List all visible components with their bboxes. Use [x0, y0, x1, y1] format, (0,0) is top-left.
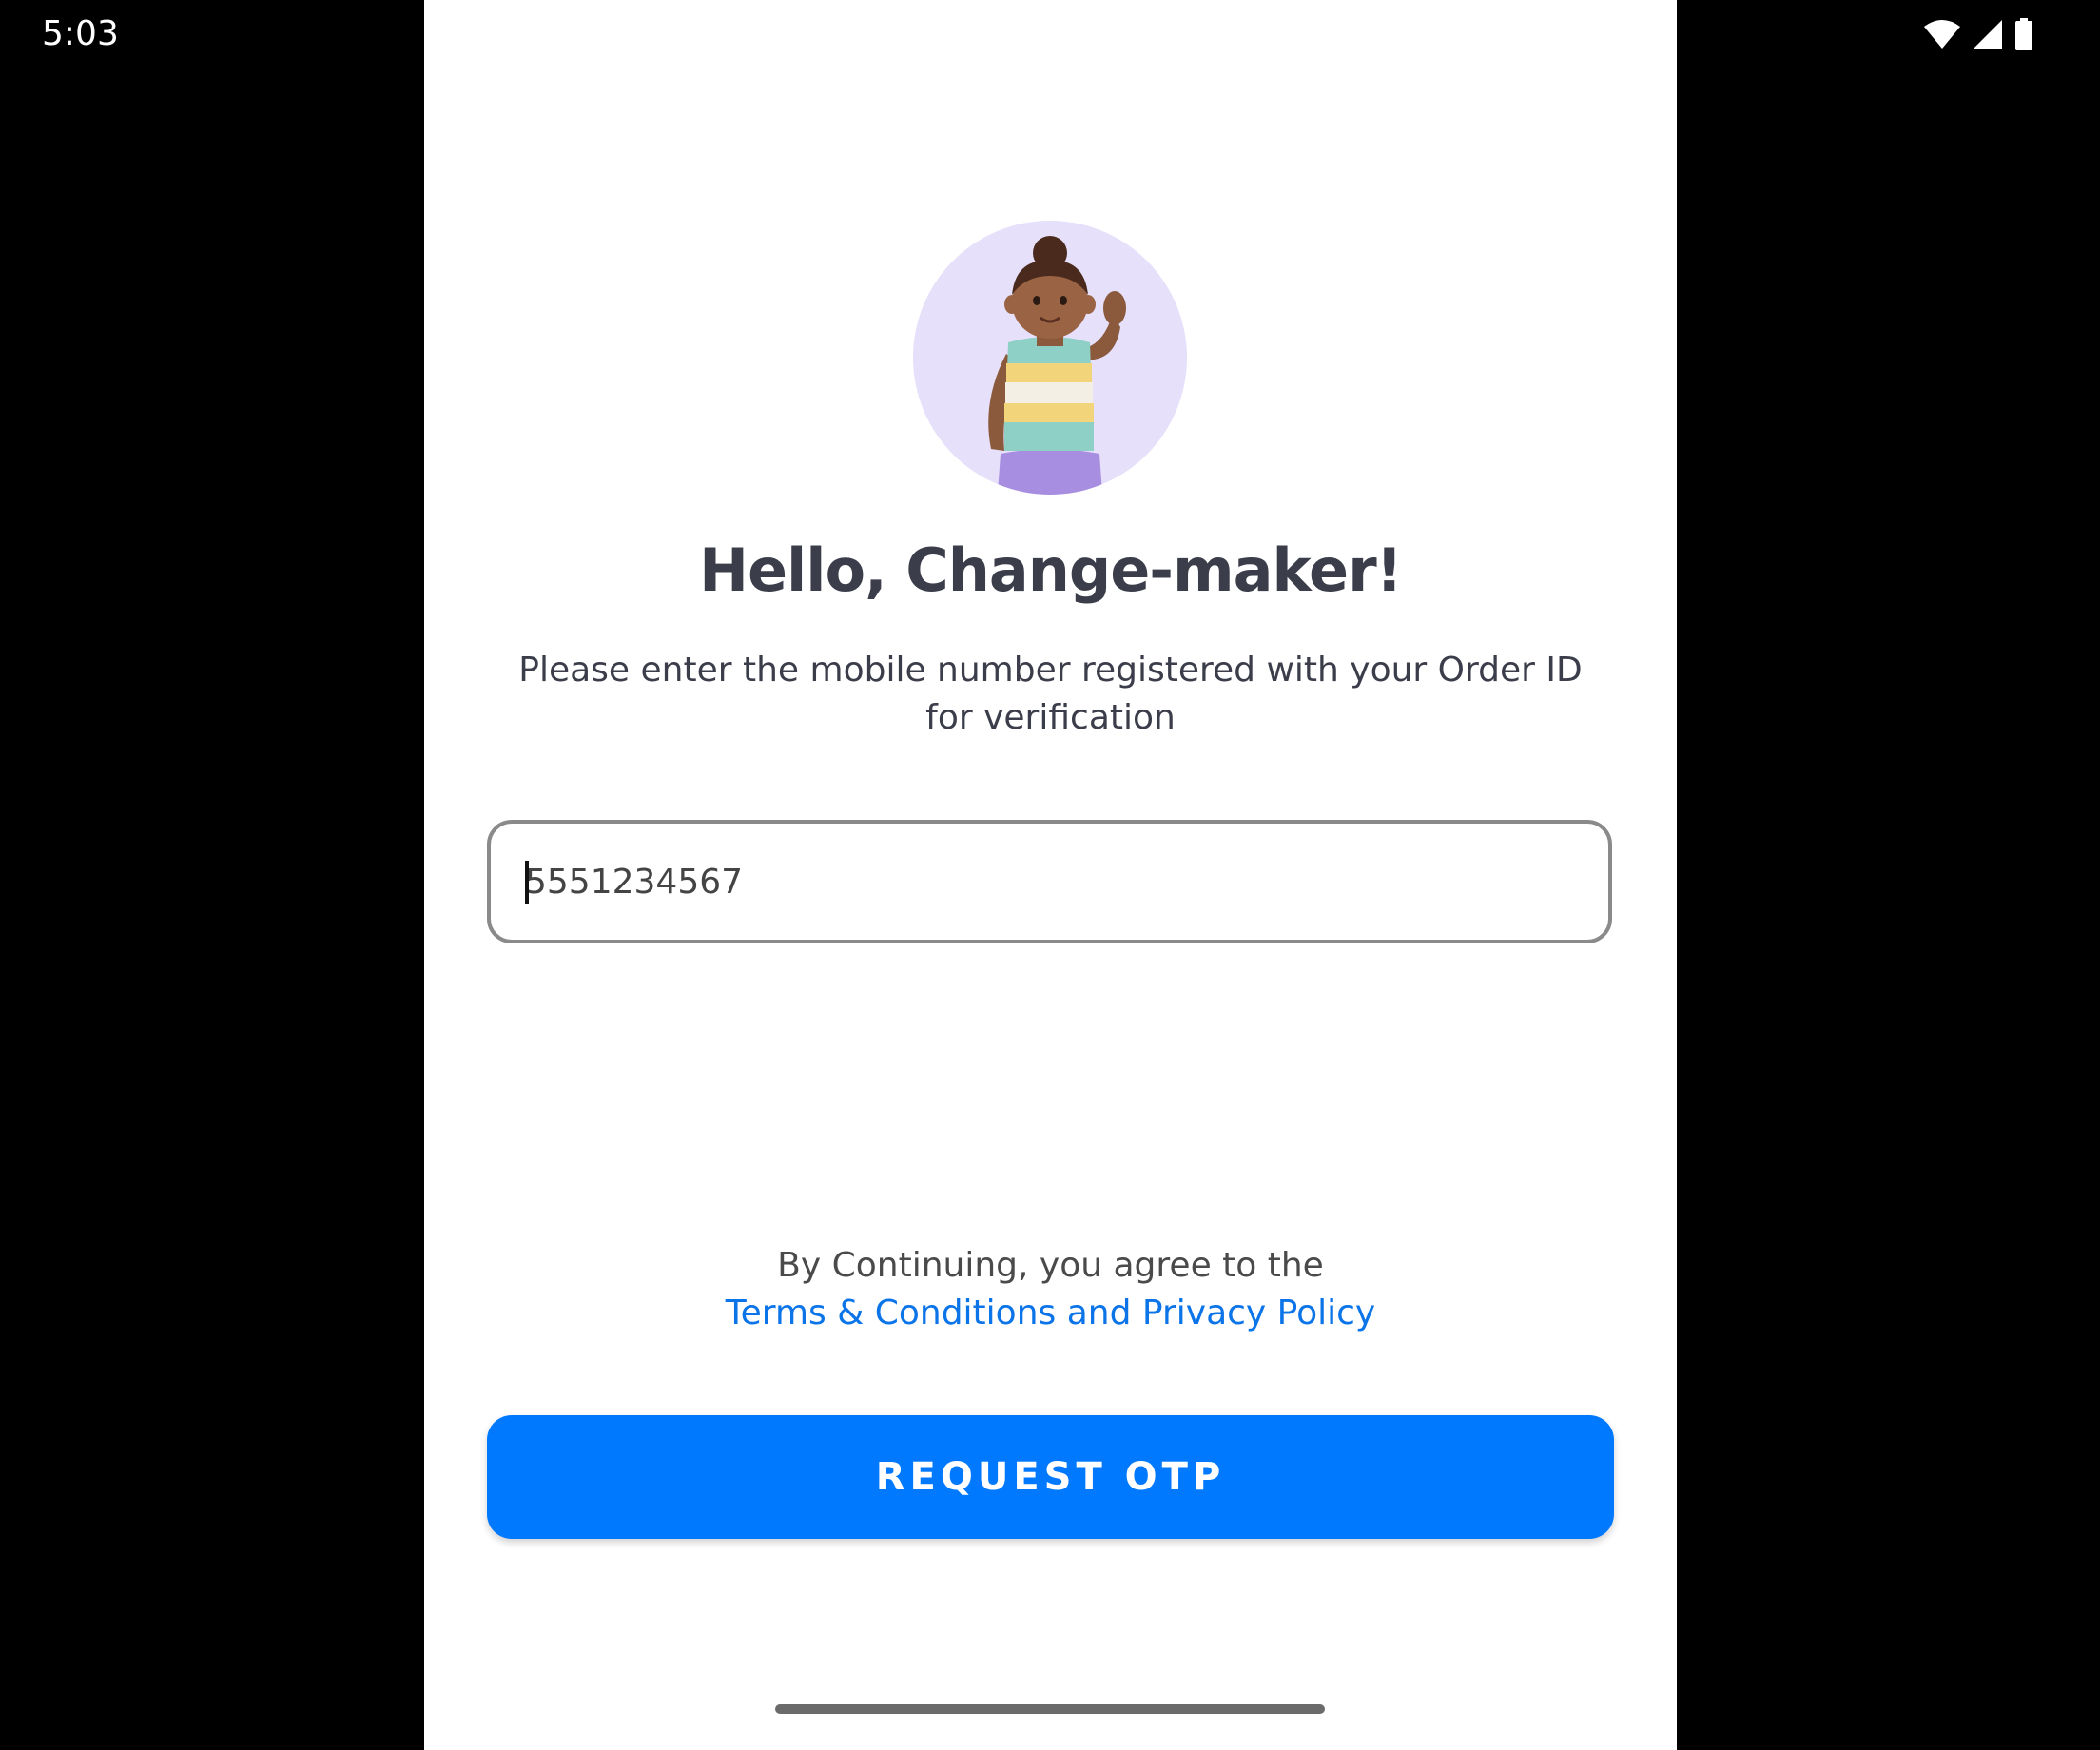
- status-icons: [1923, 17, 2033, 51]
- status-time: 5:03: [42, 14, 119, 53]
- request-otp-button[interactable]: REQUEST OTP: [487, 1415, 1614, 1539]
- mobile-number-field[interactable]: [487, 820, 1612, 943]
- waving-person-avatar: [913, 221, 1187, 495]
- home-indicator[interactable]: [775, 1704, 1325, 1714]
- mobile-number-input[interactable]: [525, 824, 1571, 940]
- login-panel: Hello, Change-maker! Please enter the mo…: [424, 0, 1677, 1750]
- device-screen: 5:03 Hello, Change-maker! Please enter t…: [0, 0, 2100, 1750]
- battery-icon: [2014, 18, 2033, 50]
- page-title: Hello, Change-maker!: [699, 535, 1403, 605]
- instruction-text: Please enter the mobile number registere…: [518, 651, 1583, 737]
- wifi-icon: [1923, 19, 1961, 49]
- text-cursor: [525, 861, 529, 904]
- terms-privacy-link[interactable]: Terms & Conditions and Privacy Policy: [424, 1290, 1677, 1337]
- cellular-signal-icon: [1973, 19, 2003, 49]
- agreement-text: By Continuing, you agree to the: [777, 1246, 1324, 1285]
